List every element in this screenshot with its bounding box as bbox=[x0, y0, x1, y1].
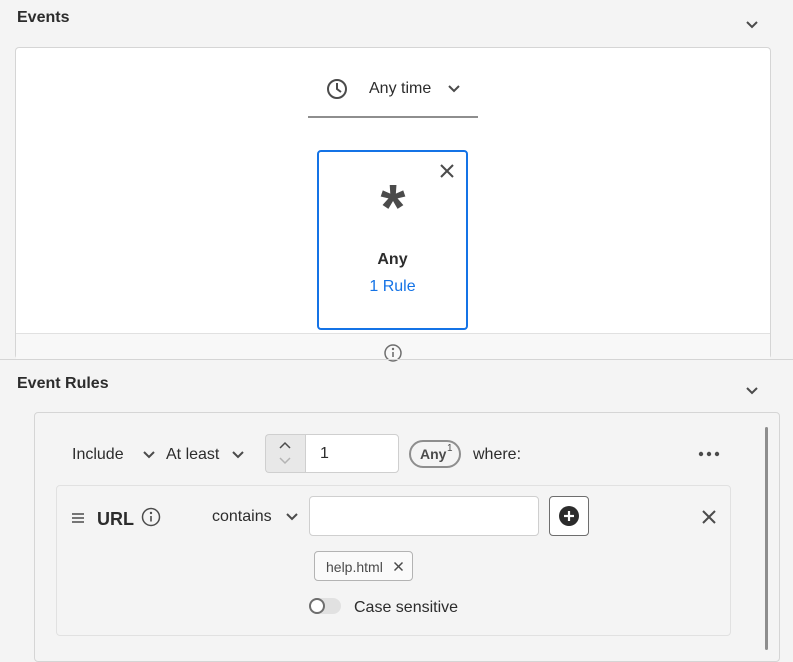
section-divider bbox=[0, 359, 793, 360]
add-circle-icon bbox=[559, 506, 579, 526]
event-card-rule-count[interactable]: 1 Rule bbox=[317, 278, 468, 296]
any-event-symbol: * bbox=[380, 171, 406, 243]
include-picker-label[interactable]: Include bbox=[72, 446, 124, 464]
tag-remove-close-icon[interactable] bbox=[393, 561, 404, 572]
quantifier-picker-label[interactable]: At least bbox=[166, 446, 219, 464]
event-rules-collapse-chevron-icon[interactable] bbox=[745, 386, 759, 396]
stepper-up-icon[interactable] bbox=[278, 441, 292, 450]
include-chevron-down-icon[interactable] bbox=[142, 450, 156, 460]
rule-info-icon[interactable] bbox=[141, 507, 161, 527]
case-sensitive-toggle-knob bbox=[309, 598, 325, 614]
any-badge-superscript: 1 bbox=[447, 443, 453, 454]
more-icon[interactable] bbox=[698, 449, 720, 459]
rule-field-label: URL bbox=[97, 509, 134, 529]
events-collapse-chevron-icon[interactable] bbox=[745, 20, 759, 30]
where-label: where: bbox=[473, 446, 522, 463]
event-rules-title: Event Rules bbox=[17, 375, 109, 392]
any-badge-label: Any bbox=[420, 446, 447, 462]
value-tag-label: help.html bbox=[326, 559, 383, 575]
event-card-name: Any bbox=[377, 251, 408, 268]
url-value-input[interactable] bbox=[309, 496, 539, 536]
count-input[interactable] bbox=[305, 434, 399, 473]
operator-chevron-down-icon[interactable] bbox=[285, 512, 299, 522]
clock-icon bbox=[327, 79, 347, 99]
scrollbar[interactable] bbox=[765, 427, 768, 650]
remove-rule-close-icon[interactable] bbox=[701, 509, 717, 525]
drag-handle-icon[interactable] bbox=[71, 512, 85, 524]
stepper-down-icon[interactable] bbox=[278, 456, 292, 465]
close-icon[interactable] bbox=[439, 163, 455, 179]
time-filter-label: Any time bbox=[369, 80, 432, 97]
chevron-down-icon bbox=[448, 85, 460, 93]
quantifier-chevron-down-icon[interactable] bbox=[231, 450, 245, 460]
events-title: Events bbox=[17, 9, 70, 26]
operator-picker-label[interactable]: contains bbox=[212, 508, 272, 526]
case-sensitive-label: Case sensitive bbox=[354, 599, 459, 616]
count-stepper-buttons bbox=[265, 434, 305, 473]
